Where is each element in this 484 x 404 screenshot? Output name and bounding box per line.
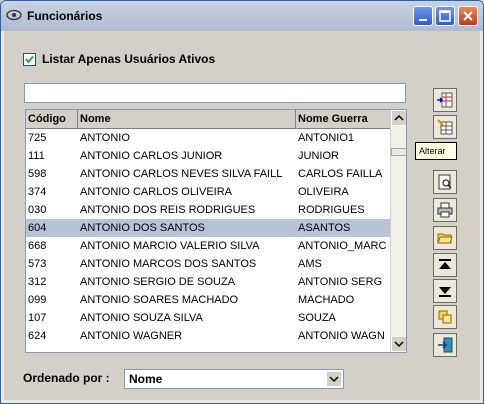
- print-icon: [437, 202, 453, 218]
- table-cell-guerra: ANTONIO SERG: [298, 276, 383, 288]
- minimize-icon: [419, 19, 427, 21]
- move-first-button[interactable]: [433, 253, 457, 277]
- table-cell-codigo: 030: [28, 204, 47, 216]
- open-folder-icon: [437, 233, 453, 244]
- print-button[interactable]: [433, 198, 457, 222]
- search-input[interactable]: [24, 83, 406, 103]
- column-header-codigo[interactable]: Código: [26, 110, 78, 128]
- arrow-down-icon: [394, 341, 404, 348]
- table-cell-guerra: ANTONIO1: [298, 132, 355, 144]
- table-cell-guerra: ASANTOS: [298, 222, 351, 234]
- copy-button[interactable]: [433, 305, 457, 329]
- table-row[interactable]: 111 ANTONIO CARLOS JUNIOR JUNIOR: [26, 147, 390, 165]
- preview-icon: [438, 174, 452, 190]
- exit-icon: [438, 337, 453, 353]
- maximize-icon: [439, 10, 451, 22]
- close-button[interactable]: [458, 6, 478, 26]
- checkmark-icon: [25, 55, 34, 64]
- table-cell-guerra: OLIVEIRA: [298, 186, 349, 198]
- close-icon: [463, 11, 473, 21]
- order-by-label: Ordenado por :: [23, 371, 110, 385]
- table-cell-codigo: 604: [28, 222, 47, 234]
- table-row[interactable]: 099 ANTONIO SOARES MACHADO MACHADO: [26, 291, 390, 309]
- table-cell-guerra: CARLOS FAILLA: [298, 168, 383, 180]
- table-cell-codigo: 624: [28, 330, 47, 342]
- table-cell-nome: ANTONIO SOARES MACHADO: [80, 294, 239, 306]
- scroll-thumb[interactable]: [391, 148, 406, 156]
- arrow-up-icon: [394, 114, 404, 121]
- table-row[interactable]: 598 ANTONIO CARLOS NEVES SILVA FAILL CARLO…: [26, 165, 390, 183]
- form-body: Listar Apenas Usuários Ativos Código Nom…: [4, 31, 480, 400]
- edit-button[interactable]: [433, 115, 457, 139]
- table-cell-nome: ANTONIO MARCOS DOS SANTOS: [80, 258, 257, 270]
- table-cell-nome: ANTONIO CARLOS NEVES SILVA FAILL: [80, 168, 283, 180]
- insert-row-icon: [437, 92, 453, 108]
- active-only-label: Listar Apenas Usuários Ativos: [42, 52, 216, 66]
- scroll-down-button[interactable]: [391, 336, 406, 352]
- table-cell-guerra: ANTONIO WAGN: [298, 330, 385, 342]
- table-row[interactable]: 725 ANTONIO ANTONIO1: [26, 129, 390, 147]
- move-last-button[interactable]: [433, 279, 457, 303]
- move-first-icon: [439, 259, 451, 269]
- table-cell-nome: ANTONIO DOS SANTOS: [80, 222, 205, 234]
- table-row[interactable]: 668 ANTONIO MARCIO VALERIO SILVA ANTONIO_M…: [26, 237, 390, 255]
- minimize-button[interactable]: [413, 6, 433, 26]
- active-only-checkbox[interactable]: [23, 53, 36, 66]
- table-cell-codigo: 598: [28, 168, 47, 180]
- table-cell-guerra: SOUZA: [298, 312, 336, 324]
- column-header-nome[interactable]: Nome: [78, 110, 296, 128]
- order-by-select[interactable]: Nome: [124, 369, 344, 389]
- grid-header: Código Nome Nome Guerra: [26, 110, 390, 129]
- window: Funcionários Listar Apenas Usuários Ativ…: [0, 0, 484, 404]
- move-last-icon: [439, 287, 451, 297]
- table-cell-nome: ANTONIO WAGNER: [80, 330, 183, 342]
- vertical-scrollbar[interactable]: [390, 110, 406, 352]
- table-cell-nome: ANTONIO CARLOS JUNIOR: [80, 150, 223, 162]
- table-cell-guerra: RODRIGUES: [298, 204, 365, 216]
- table-cell-guerra: AMS: [298, 258, 322, 270]
- table-cell-codigo: 111: [28, 150, 45, 162]
- table-cell-codigo: 099: [28, 294, 47, 306]
- order-by-value: Nome: [129, 372, 163, 386]
- open-button[interactable]: [433, 226, 457, 250]
- table-cell-nome: ANTONIO DOS REIS RODRIGUES: [80, 204, 256, 216]
- table-cell-codigo: 725: [28, 132, 47, 144]
- table-cell-codigo: 573: [28, 258, 47, 270]
- table-row[interactable]: 107 ANTONIO SOUZA SILVA SOUZA: [26, 309, 390, 327]
- tooltip-alterar: Alterar: [415, 142, 457, 160]
- column-header-nome-guerra[interactable]: Nome Guerra: [296, 110, 390, 128]
- table-cell-nome: ANTONIO MARCIO VALERIO SILVA: [80, 240, 260, 252]
- table-row[interactable]: 030 ANTONIO DOS REIS RODRIGUES RODRIGUES: [26, 201, 390, 219]
- table-cell-codigo: 374: [28, 186, 47, 198]
- table-cell-codigo: 668: [28, 240, 47, 252]
- copy-icon: [438, 310, 452, 324]
- edit-row-icon: [437, 119, 453, 135]
- table-cell-nome: ANTONIO SERGIO DE SOUZA: [80, 276, 236, 288]
- table-cell-guerra: JUNIOR: [298, 150, 339, 162]
- table-row[interactable]: 624 ANTONIO WAGNER ANTONIO WAGN: [26, 327, 390, 345]
- insert-button[interactable]: [433, 88, 457, 112]
- table-row[interactable]: 312 ANTONIO SERGIO DE SOUZA ANTONIO SERG: [26, 273, 390, 291]
- table-cell-codigo: 107: [28, 312, 47, 324]
- window-title: Funcionários: [27, 9, 103, 23]
- table-cell-nome: ANTONIO SOUZA SILVA: [80, 312, 203, 324]
- preview-button[interactable]: [433, 170, 457, 194]
- table-cell-codigo: 312: [28, 276, 47, 288]
- table-cell-nome: ANTONIO CARLOS OLIVEIRA: [80, 186, 233, 198]
- table-row[interactable]: 573 ANTONIO MARCOS DOS SANTOS AMS: [26, 255, 390, 273]
- table-cell-nome: ANTONIO: [80, 132, 130, 144]
- table-cell-guerra: MACHADO: [298, 294, 355, 306]
- table-row[interactable]: 604 ANTONIO DOS SANTOS ASANTOS: [26, 219, 390, 237]
- table-row[interactable]: 374 ANTONIO CARLOS OLIVEIRA OLIVEIRA: [26, 183, 390, 201]
- exit-button[interactable]: [433, 333, 457, 357]
- app-icon: [6, 9, 22, 21]
- dropdown-button[interactable]: [326, 371, 342, 387]
- scroll-up-button[interactable]: [391, 110, 406, 126]
- employee-grid[interactable]: Código Nome Nome Guerra 725 ANTONIO ANTONI…: [25, 109, 407, 353]
- maximize-button[interactable]: [435, 6, 455, 26]
- title-bar[interactable]: Funcionários: [1, 1, 483, 31]
- table-cell-guerra: ANTONIO_MARC: [298, 240, 387, 252]
- chevron-down-icon: [329, 376, 339, 383]
